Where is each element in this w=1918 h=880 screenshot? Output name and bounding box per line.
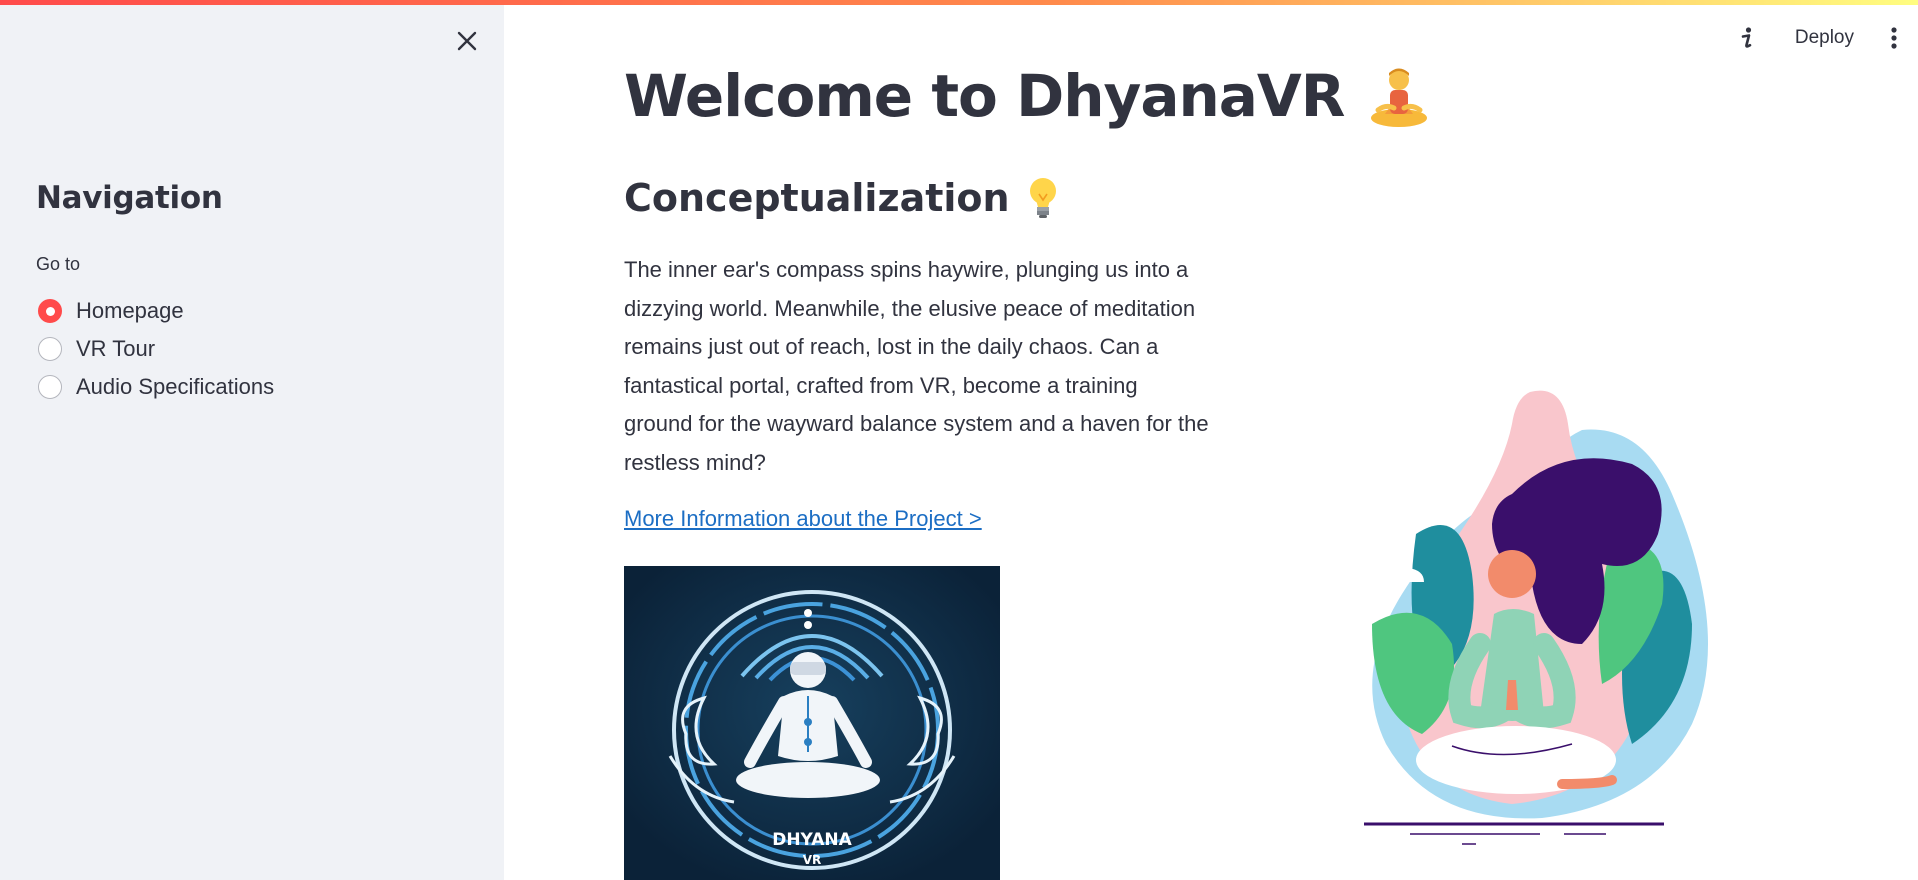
- dhyana-vr-logo-image: DHYANA VR: [624, 566, 1000, 880]
- sidebar: Navigation Go to Homepage VR Tour Audio …: [0, 0, 504, 880]
- meditation-illustration-image: [1312, 384, 1732, 850]
- info-icon[interactable]: [1729, 20, 1765, 56]
- more-info-link[interactable]: More Information about the Project >: [624, 506, 982, 532]
- sidebar-title: Navigation: [36, 180, 223, 216]
- radio-audio-specifications[interactable]: Audio Specifications: [38, 368, 274, 406]
- description-paragraph: The inner ear's compass spins haywire, p…: [624, 257, 1209, 475]
- radio-unselected-icon[interactable]: [38, 337, 62, 361]
- deploy-button[interactable]: Deploy: [1795, 27, 1854, 49]
- radio-label: VR Tour: [76, 336, 156, 361]
- page-title-text: Welcome to DhyanaVR: [624, 62, 1345, 130]
- radio-selected-icon[interactable]: [38, 299, 62, 323]
- radio-label: Homepage: [76, 298, 184, 323]
- radio-label: Audio Specifications: [76, 374, 275, 399]
- logo-text-line2: VR: [803, 853, 822, 867]
- light-bulb-emoji-icon: [1026, 176, 1060, 220]
- page-radio-group: Homepage VR Tour Audio Specifications: [38, 292, 274, 406]
- goto-label: Go to: [36, 254, 81, 274]
- section-heading-text: Conceptualization: [624, 176, 1010, 220]
- radio-unselected-icon[interactable]: [38, 375, 62, 399]
- close-icon[interactable]: [452, 26, 482, 56]
- section-heading: Conceptualization: [624, 176, 1060, 220]
- top-accent-bar: [0, 0, 1918, 5]
- meditating-person-emoji-icon: [1368, 64, 1430, 128]
- page-title: Welcome to DhyanaVR: [624, 62, 1430, 130]
- radio-vr-tour[interactable]: VR Tour: [38, 330, 274, 368]
- logo-text-line1: DHYANA: [772, 830, 852, 850]
- radio-homepage[interactable]: Homepage: [38, 292, 274, 330]
- kebab-menu-icon[interactable]: [1880, 20, 1908, 56]
- header-toolbar: Deploy: [1729, 18, 1918, 58]
